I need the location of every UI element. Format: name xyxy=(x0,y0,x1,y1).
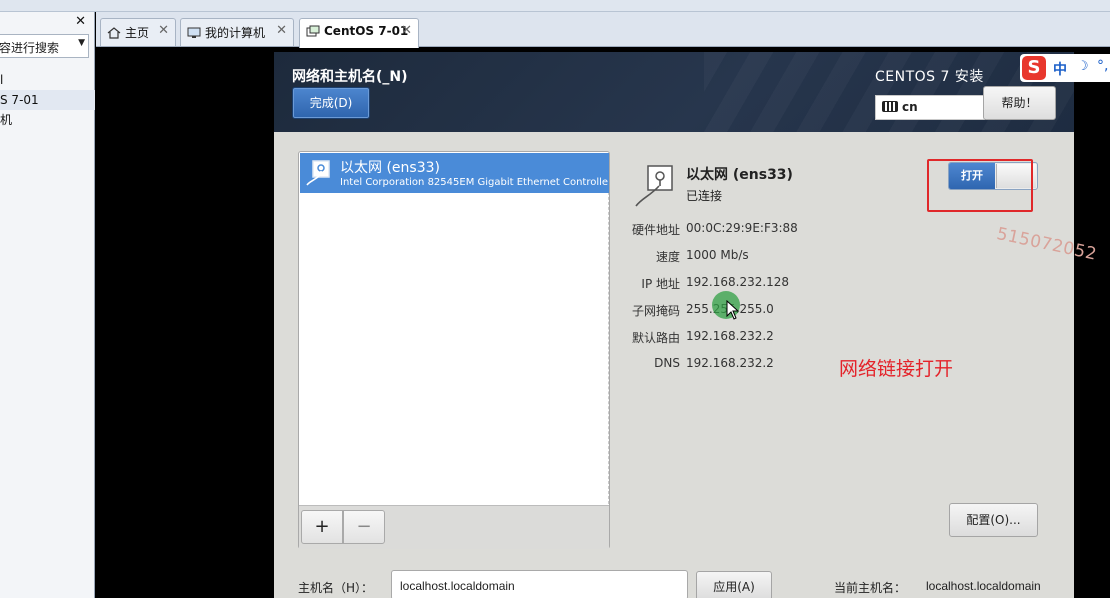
subnet-mask-label: 子网掩码 xyxy=(631,304,680,318)
ethernet-icon xyxy=(635,165,673,207)
speed-value: 1000 Mb/s xyxy=(686,248,749,262)
annotation-text: 网络链接打开 xyxy=(839,358,954,380)
hostname-label: 主机名（H）： xyxy=(298,581,374,595)
tree-item-centos[interactable]: S 7-01 xyxy=(0,90,95,110)
ime-indicator[interactable]: S 中 ☽ °, xyxy=(1020,54,1110,82)
current-hostname-value: localhost.localdomain xyxy=(926,579,1041,593)
mouse-cursor-icon xyxy=(726,300,740,320)
hw-address-value: 00:0C:29:9E:F3:88 xyxy=(686,221,798,235)
punctuation-icon: °, xyxy=(1097,58,1109,74)
library-search-text: 容进行搜索 xyxy=(0,41,60,55)
tab-label: CentOS 7-01 xyxy=(324,24,409,38)
installer-window: 网络和主机名(_N) 完成(D) CENTOS 7 安装 cn 帮助！ 以太网 … xyxy=(274,52,1099,598)
product-title: CENTOS 7 安装 xyxy=(875,69,984,85)
tab-home[interactable]: 主页 ✕ xyxy=(100,18,176,46)
device-list-panel: 以太网 (ens33) Intel Corporation 82545EM Gi… xyxy=(298,151,610,549)
host-toolbar xyxy=(0,0,1110,12)
ime-language: 中 xyxy=(1053,62,1067,78)
chevron-down-icon[interactable]: ▼ xyxy=(78,38,85,48)
installer-header: 网络和主机名(_N) 完成(D) CENTOS 7 安装 cn 帮助！ xyxy=(274,52,1074,132)
vm-tab-bar: 主页 ✕ 我的计算机 ✕ CentOS 7-01 ✕ xyxy=(96,12,1110,48)
add-device-button[interactable]: + xyxy=(301,510,343,544)
close-tab-icon[interactable]: ✕ xyxy=(401,23,412,38)
moon-icon: ☽ xyxy=(1077,59,1089,74)
ip-address-value: 192.168.232.128 xyxy=(686,275,790,289)
current-hostname-label: 当前主机名： xyxy=(834,581,907,595)
library-tree: l S 7-01 机 xyxy=(0,70,95,130)
keyboard-layout-label: cn xyxy=(902,100,918,114)
ethernet-icon xyxy=(306,160,330,186)
device-name: 以太网 (ens33) xyxy=(340,160,440,176)
spoke-title: 网络和主机名(_N) xyxy=(292,69,408,85)
default-route-value: 192.168.232.2 xyxy=(686,329,774,343)
computer-icon xyxy=(187,27,201,38)
home-icon xyxy=(107,27,121,39)
tree-item[interactable]: l xyxy=(0,70,95,90)
device-status: 已连接 xyxy=(686,189,723,203)
device-detail-name: 以太网 (ens33) xyxy=(686,167,793,183)
close-tab-icon[interactable]: ✕ xyxy=(276,23,287,38)
ip-address-label: IP 地址 xyxy=(641,277,680,291)
keyboard-icon xyxy=(882,101,898,112)
device-list: 以太网 (ens33) Intel Corporation 82545EM Gi… xyxy=(299,152,609,504)
tab-label: 我的计算机 xyxy=(205,26,266,40)
library-search-input[interactable]: 容进行搜索 ▼ xyxy=(0,34,89,58)
close-sidebar-icon[interactable]: ✕ xyxy=(75,14,86,29)
tab-centos[interactable]: CentOS 7-01 ✕ xyxy=(299,18,419,48)
dns-label: DNS xyxy=(654,356,680,370)
remove-device-button[interactable]: − xyxy=(343,510,385,544)
speed-label: 速度 xyxy=(655,250,680,264)
tab-my-computer[interactable]: 我的计算机 ✕ xyxy=(180,18,294,46)
vm-icon xyxy=(306,25,320,37)
apply-button[interactable]: 应用(A) xyxy=(696,571,772,598)
close-tab-icon[interactable]: ✕ xyxy=(158,23,169,38)
device-list-toolbar: + − xyxy=(299,505,609,549)
highlight-box xyxy=(927,159,1033,212)
done-button[interactable]: 完成(D) xyxy=(292,87,370,119)
default-route-label: 默认路由 xyxy=(631,331,680,345)
device-description: Intel Corporation 82545EM Gigabit Ethern… xyxy=(340,177,609,188)
dns-value: 192.168.232.2 xyxy=(686,356,774,370)
hostname-input[interactable]: localhost.localdomain xyxy=(391,570,688,598)
help-button[interactable]: 帮助！ xyxy=(983,86,1056,120)
library-sidebar: ✕ 容进行搜索 ▼ l S 7-01 机 xyxy=(0,12,95,598)
device-row-ens33[interactable]: 以太网 (ens33) Intel Corporation 82545EM Gi… xyxy=(300,153,609,193)
hw-address-label: 硬件地址 xyxy=(631,223,680,237)
tree-item[interactable]: 机 xyxy=(0,110,95,130)
keyboard-layout-indicator[interactable]: cn xyxy=(875,95,985,120)
tab-label: 主页 xyxy=(125,26,150,40)
configure-button[interactable]: 配置(O)... xyxy=(949,503,1038,537)
sogou-logo-icon: S xyxy=(1022,56,1046,80)
